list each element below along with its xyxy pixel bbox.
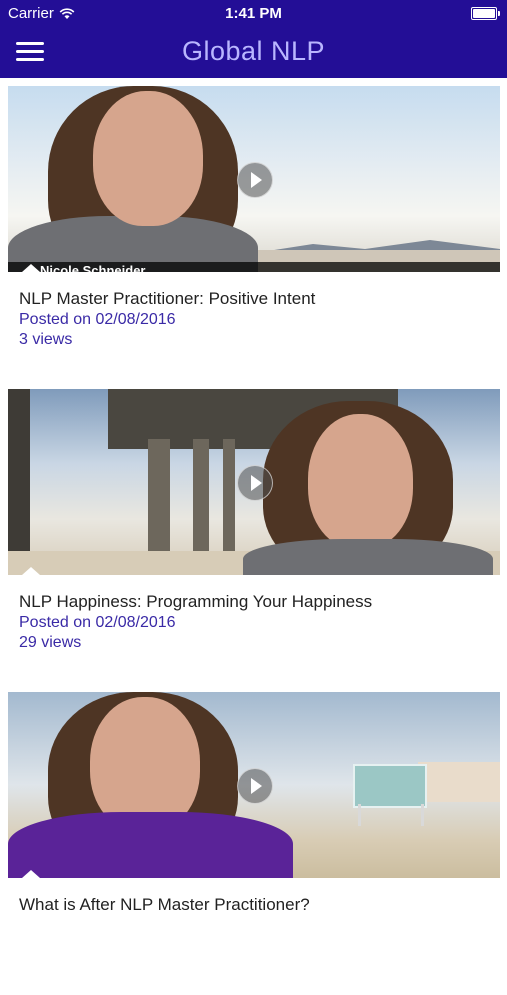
- navigation-bar: Global NLP: [0, 28, 507, 78]
- video-thumbnail[interactable]: [8, 692, 500, 878]
- battery-icon: [471, 7, 500, 20]
- app-title: Global NLP: [181, 36, 326, 66]
- thumbnail-caption: Nicole Schneider: [40, 263, 146, 272]
- video-feed[interactable]: Nicole Schneider NLP Master Practitioner…: [0, 86, 507, 995]
- video-thumbnail[interactable]: Nicole Schneider: [8, 86, 500, 272]
- view-count: 29 views: [19, 634, 82, 651]
- video-card[interactable]: Nicole Schneider NLP Master Practitioner…: [0, 86, 507, 389]
- play-icon[interactable]: [237, 162, 273, 198]
- status-bar: Carrier 1:41 PM: [0, 0, 507, 28]
- video-title[interactable]: NLP Master Practitioner: Positive Intent: [19, 289, 315, 309]
- video-title[interactable]: What is After NLP Master Practitioner?: [19, 895, 310, 915]
- posted-date: Posted on 02/08/2016: [19, 311, 176, 328]
- video-card[interactable]: What is After NLP Master Practitioner?: [0, 692, 507, 995]
- video-thumbnail[interactable]: [8, 389, 500, 575]
- video-card[interactable]: NLP Happiness: Programming Your Happines…: [0, 389, 507, 692]
- status-time: 1:41 PM: [225, 5, 282, 22]
- posted-date: Posted on 02/08/2016: [19, 614, 176, 631]
- view-count: 3 views: [19, 331, 73, 348]
- video-title[interactable]: NLP Happiness: Programming Your Happines…: [19, 592, 372, 612]
- play-icon[interactable]: [237, 768, 273, 804]
- play-icon[interactable]: [237, 465, 273, 501]
